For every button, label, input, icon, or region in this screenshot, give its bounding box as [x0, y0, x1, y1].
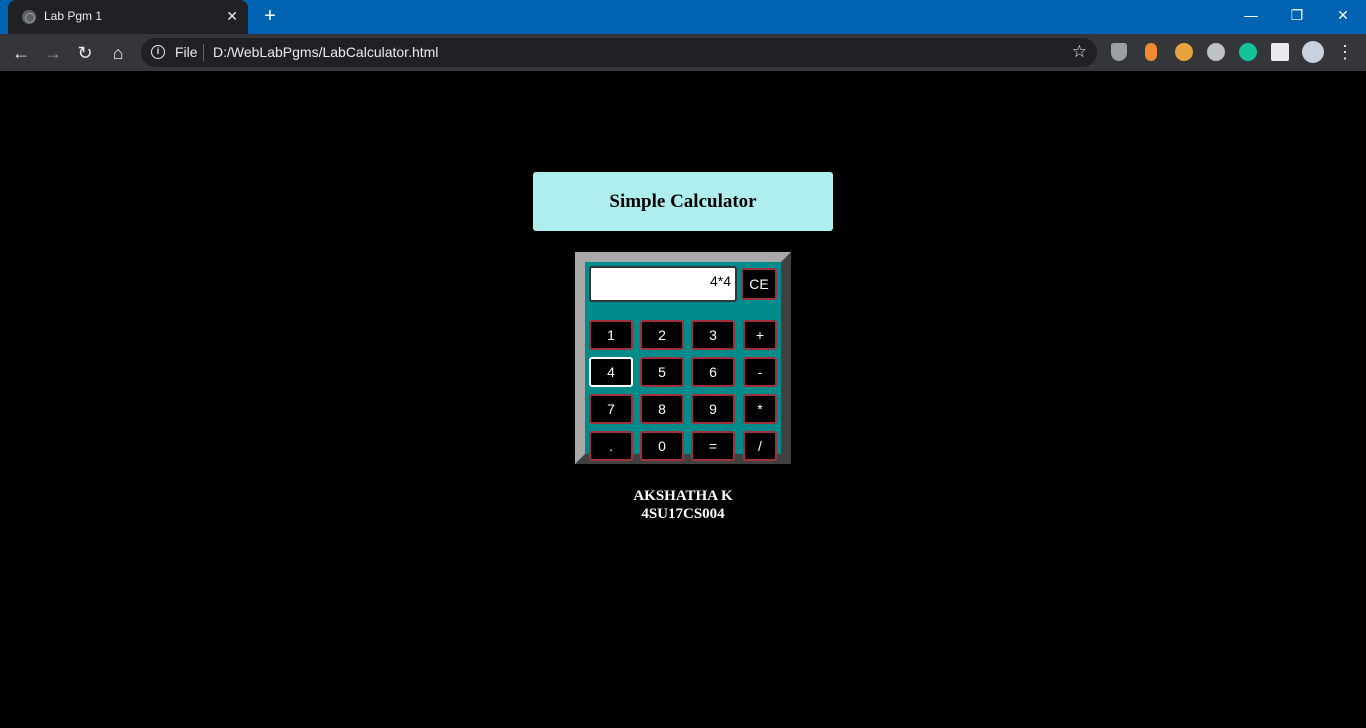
browser-tab[interactable]: Lab Pgm 1 ✕	[8, 0, 248, 34]
key-8-button[interactable]: 8	[640, 394, 684, 424]
heading-box: Simple Calculator	[533, 172, 833, 231]
minimize-button[interactable]: —	[1228, 0, 1274, 30]
new-tab-button[interactable]: +	[258, 4, 282, 28]
author-usn: 4SU17CS004	[641, 506, 725, 522]
reload-icon[interactable]: ↻	[72, 40, 98, 66]
author-info: AKSHATHA K 4SU17CS004	[583, 487, 783, 523]
key-minus-button[interactable]: -	[743, 357, 777, 387]
url-text[interactable]: D:/WebLabPgms/LabCalculator.html	[213, 44, 438, 60]
page-content: Simple Calculator 4*4 CE 1 2 3 +4 5 6- 7 8 9 *. 0 =…	[0, 71, 1366, 728]
key-equals-button[interactable]: =	[691, 431, 735, 461]
key-6-button[interactable]: 6	[691, 357, 735, 387]
forward-icon[interactable]: →	[40, 40, 66, 66]
key-0-button[interactable]: 0	[640, 431, 684, 461]
grammarly-icon[interactable]	[1239, 43, 1257, 61]
glasses-icon[interactable]	[1175, 43, 1193, 61]
tab-title: Lab Pgm 1	[44, 9, 103, 23]
key-5-button[interactable]: 5	[640, 357, 684, 387]
home-icon[interactable]: ⌂	[105, 40, 131, 66]
author-name: AKSHATHA K	[633, 488, 733, 504]
close-tab-icon[interactable]: ✕	[226, 8, 238, 24]
bulb-icon[interactable]	[1207, 43, 1225, 61]
key-2-button[interactable]: 2	[640, 320, 684, 350]
globe-icon	[22, 10, 36, 24]
capsule-icon[interactable]	[1145, 43, 1157, 61]
restore-button[interactable]: ❐	[1274, 0, 1320, 30]
puzzle-icon[interactable]	[1271, 43, 1289, 61]
key-9-button[interactable]: 9	[691, 394, 735, 424]
back-icon[interactable]: ←	[8, 40, 34, 66]
shield-icon[interactable]	[1111, 43, 1127, 61]
key-1-button[interactable]: 1	[589, 320, 633, 350]
clear-button[interactable]: CE	[741, 268, 777, 300]
key-3-button[interactable]: 3	[691, 320, 735, 350]
window-close-button[interactable]: ✕	[1320, 0, 1366, 30]
menu-icon[interactable]: ⋮	[1336, 40, 1354, 64]
key-4-button[interactable]: 4	[589, 357, 633, 387]
calculator-grid: 4*4 CE 1 2 3 +4 5 6- 7 8 9 *. 0 = /	[585, 262, 781, 461]
calculator: 4*4 CE 1 2 3 +4 5 6- 7 8 9 *. 0 = /	[575, 252, 791, 464]
key-plus-button[interactable]: +	[743, 320, 777, 350]
scheme-label: File	[175, 44, 198, 60]
key-multiply-button[interactable]: *	[743, 394, 777, 424]
browser-titlebar: Lab Pgm 1 ✕ + — ❐ ✕	[0, 0, 1366, 34]
address-bar[interactable]: i File D:/WebLabPgms/LabCalculator.html …	[141, 38, 1097, 67]
browser-toolbar: ← → ↻ ⌂ i File D:/WebLabPgms/LabCalculat…	[0, 34, 1366, 71]
divider	[203, 44, 204, 61]
info-icon[interactable]: i	[151, 45, 165, 59]
key-7-button[interactable]: 7	[589, 394, 633, 424]
page-title: Simple Calculator	[609, 190, 757, 212]
calculator-display[interactable]: 4*4	[589, 266, 737, 302]
profile-avatar[interactable]	[1302, 41, 1324, 63]
bookmark-star-icon[interactable]: ☆	[1072, 42, 1087, 62]
key-decimal-button[interactable]: .	[589, 431, 633, 461]
key-divide-button[interactable]: /	[743, 431, 777, 461]
